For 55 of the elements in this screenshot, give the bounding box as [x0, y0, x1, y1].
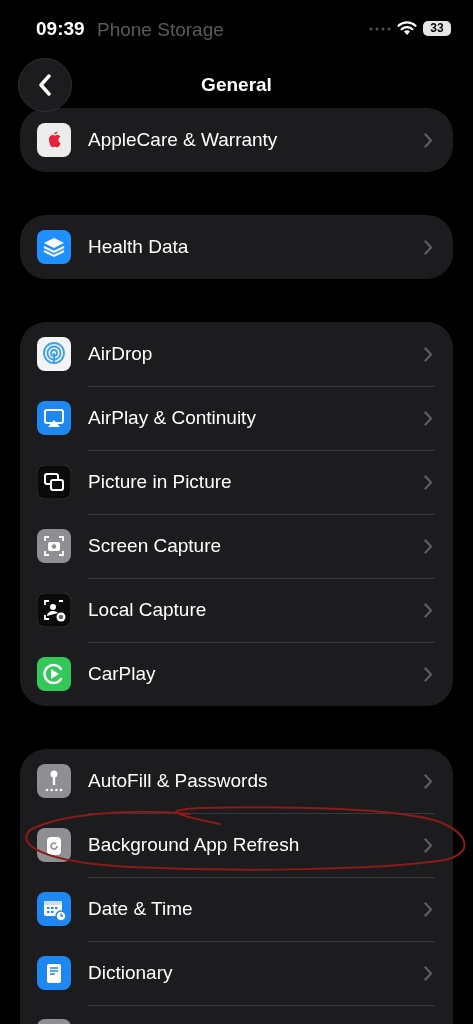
settings-row[interactable]: Dictionary: [20, 941, 453, 1005]
chevron-icon: [424, 538, 433, 554]
row-label: Dictionary: [88, 962, 174, 984]
settings-row[interactable]: Picture in Picture: [20, 450, 453, 514]
back-button[interactable]: [18, 58, 72, 112]
chevron-icon: [424, 239, 433, 255]
battery-indicator: 33: [423, 21, 451, 36]
chevron-icon: [424, 474, 433, 490]
chevron-icon: [424, 410, 433, 426]
picture-in-picture-icon: [37, 465, 71, 499]
settings-row[interactable]: Local Capture: [20, 578, 453, 642]
book-icon: [37, 956, 71, 990]
row-label: AppleCare & Warranty: [88, 129, 279, 151]
key-icon: [37, 764, 71, 798]
chevron-icon: [424, 346, 433, 362]
layers-icon: [37, 230, 71, 264]
chevron-icon: [424, 965, 433, 981]
chevron-icon: [424, 602, 433, 618]
row-label: AirPlay & Continuity: [88, 407, 257, 429]
row-label: Local Capture: [88, 599, 208, 621]
apple-icon: [37, 123, 71, 157]
settings-row[interactable]: CarPlay: [20, 642, 453, 706]
calendar-clock-icon: [37, 892, 71, 926]
settings-row[interactable]: AppleCare & Warranty: [20, 108, 453, 172]
wifi-icon: [397, 21, 417, 36]
row-label: Picture in Picture: [88, 471, 233, 493]
row-label: CarPlay: [88, 663, 157, 685]
settings-row[interactable]: AirDrop: [20, 322, 453, 386]
row-label: Background App Refresh: [88, 834, 301, 856]
status-time: 09:39: [36, 19, 85, 38]
settings-row[interactable]: Background App Refresh: [20, 813, 453, 877]
chevron-icon: [424, 773, 433, 789]
chevron-icon: [424, 132, 433, 148]
settings-row[interactable]: Date & Time: [20, 877, 453, 941]
row-label: Date & Time: [88, 898, 194, 920]
row-label: AutoFill & Passwords: [88, 770, 269, 792]
person-record-icon: [37, 593, 71, 627]
settings-row[interactable]: AirPlay & Continuity: [20, 386, 453, 450]
refresh-icon: [37, 828, 71, 862]
airplay-icon: [37, 401, 71, 435]
chevron-icon: [424, 666, 433, 682]
settings-row[interactable]: Screen Capture: [20, 514, 453, 578]
settings-row[interactable]: AutoFill & Passwords: [20, 749, 453, 813]
row-label: Health Data: [88, 236, 190, 258]
back-icon: [38, 74, 52, 96]
camera-icon: [37, 529, 71, 563]
signal-dots-icon: [369, 26, 391, 31]
chevron-icon: [424, 837, 433, 853]
scrolled-title: Phone Storage: [97, 20, 224, 39]
settings-row[interactable]: Health Data: [20, 215, 453, 279]
airdrop-icon: [37, 337, 71, 371]
row-label: AirDrop: [88, 343, 154, 365]
nav-title: General: [200, 74, 273, 96]
chevron-icon: [424, 901, 433, 917]
row-label: Screen Capture: [88, 535, 223, 557]
